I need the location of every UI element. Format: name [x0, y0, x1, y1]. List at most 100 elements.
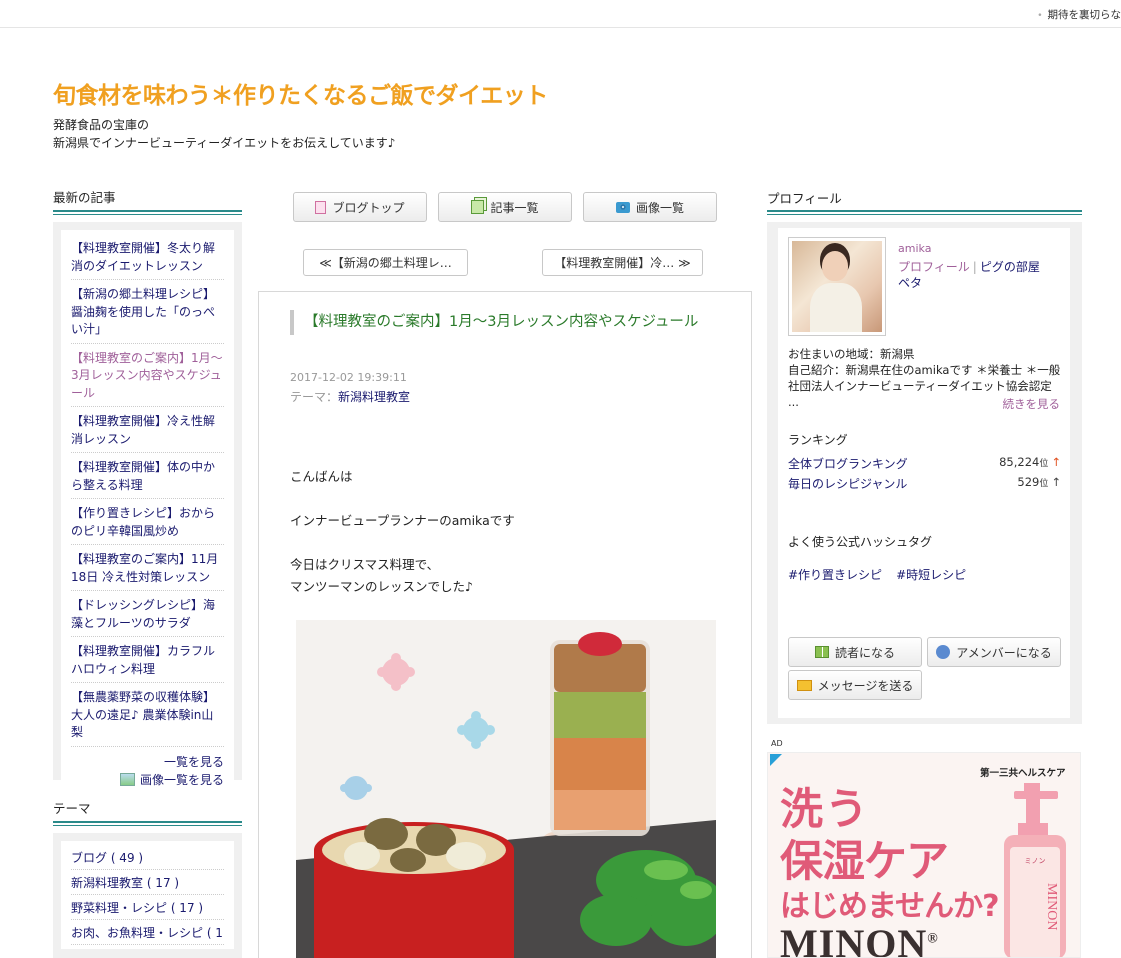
become-amember-button[interactable]: アメンバーになる: [927, 637, 1061, 667]
list-item[interactable]: 【無農薬野菜の収穫体験】大人の遠足♪ 農業体験in山梨: [71, 683, 224, 747]
recipe-ranking-link[interactable]: 毎日のレシピジャンル: [788, 477, 907, 491]
ranking-number: 529: [1017, 475, 1040, 489]
hashtag-link[interactable]: #作り置きレシピ: [788, 568, 882, 582]
recent-article-link-current[interactable]: 【料理教室のご案内】1月〜3月レッスン内容やスケジュール: [71, 351, 223, 400]
article-title[interactable]: 【料理教室のご案内】1月〜3月レッスン内容やスケジュール: [290, 310, 710, 335]
list-item[interactable]: 新潟料理教室 ( 17 ): [71, 870, 224, 895]
become-amember-label: アメンバーになる: [956, 645, 1052, 660]
avatar[interactable]: [788, 237, 886, 336]
divider: [767, 210, 1082, 215]
list-item[interactable]: 【ドレッシングレシピ】海藻とフルーツのサラダ: [71, 591, 224, 637]
profile-link[interactable]: プロフィール: [898, 260, 970, 274]
blog-desc-line: 新潟県でインナービューティーダイエットをお伝えしています♪: [53, 136, 396, 150]
theme-link[interactable]: ブログ ( 49 ): [71, 851, 143, 865]
ad-logo: MINON®: [780, 920, 939, 958]
article-list-label: 記事一覧: [490, 200, 539, 215]
ad-label: AD: [771, 739, 783, 748]
avatar-body: [810, 283, 862, 332]
divider: [53, 821, 242, 826]
avatar-head: [822, 251, 848, 281]
recent-articles-inner: 【料理教室開催】冬太り解消のダイエットレッスン 【新潟の郷土料理レシピ】醤油麹を…: [61, 230, 234, 797]
recent-article-link[interactable]: 【作り置きレシピ】おからのピリ辛韓国風炒め: [71, 506, 215, 538]
theme-link[interactable]: 野菜料理・レシピ ( 17 ): [71, 901, 203, 915]
image-list-label: 画像一覧: [635, 200, 684, 215]
article-list-button[interactable]: 記事一覧: [438, 192, 572, 222]
hashtag-heading: よく使う公式ハッシュタグ: [788, 535, 933, 549]
recent-article-link[interactable]: 【ドレッシングレシピ】海藻とフルーツのサラダ: [71, 598, 215, 630]
registered-mark: ®: [927, 931, 939, 947]
peta-link[interactable]: ペタ: [898, 276, 922, 290]
list-item[interactable]: 【料理教室のご案内】1月〜3月レッスン内容やスケジュール: [71, 344, 224, 407]
top-notice[interactable]: 期待を裏切らな: [1037, 7, 1121, 22]
book-icon: [814, 646, 829, 658]
send-message-label: メッセージを送る: [817, 678, 914, 693]
recent-article-link[interactable]: 【料理教室開催】カラフルハロウィン料理: [71, 644, 215, 676]
article-photo[interactable]: [296, 620, 716, 958]
profile-links: プロフィール | ピグの部屋 ペタ: [898, 259, 1058, 291]
recent-article-link[interactable]: 【料理教室のご案内】11月18日 冷え性対策レッスン: [71, 552, 218, 584]
recent-article-link[interactable]: 【料理教室開催】体の中から整える料理: [71, 460, 215, 492]
avatar-image: [792, 241, 882, 332]
ad-brand: 第一三共ヘルスケア: [980, 768, 1066, 779]
profile-intro-line: 自己紹介：新潟県在住のamikaです ＊栄養士 ＊一般: [788, 363, 1061, 377]
ad-headline: 保湿ケア: [780, 837, 949, 887]
arrow-up-icon: ↑: [1051, 455, 1061, 469]
article-theme: テーマ：新潟料理教室: [290, 388, 410, 405]
separator: |: [972, 260, 977, 274]
ranking-number: 85,224: [999, 455, 1040, 469]
theme-heading: テーマ: [53, 801, 91, 816]
hashtag-link[interactable]: #時短レシピ: [896, 568, 966, 582]
recent-heading: 最新の記事: [53, 190, 116, 205]
image-list-button[interactable]: 画像一覧: [583, 192, 717, 222]
divider: [53, 210, 242, 215]
camera-icon: [615, 201, 630, 213]
prev-article-button[interactable]: ≪【新潟の郷土料理レ…: [303, 249, 468, 276]
list-item[interactable]: 【料理教室開催】冷え性解消レッスン: [71, 407, 224, 453]
blog-top-label: ブログトップ: [332, 200, 405, 215]
chat-icon: [936, 645, 951, 659]
blog-description: 発酵食品の宝庫の 新潟県でインナービューティーダイエットをお伝えしています♪: [53, 116, 653, 152]
page-icon: [315, 200, 327, 214]
recent-article-link[interactable]: 【無農薬野菜の収穫体験】大人の遠足♪ 農業体験in山梨: [71, 690, 215, 739]
article: 【料理教室のご案内】1月〜3月レッスン内容やスケジュール 2017-12-02 …: [258, 291, 752, 958]
list-item[interactable]: 【作り置きレシピ】おからのピリ辛韓国風炒め: [71, 499, 224, 545]
ad-logo-text: MINON: [780, 921, 928, 958]
overall-ranking-link[interactable]: 全体ブログランキング: [788, 457, 908, 471]
pigg-room-link[interactable]: ピグの部屋: [980, 260, 1040, 274]
profile-box: amika プロフィール | ピグの部屋 ペタ お住まいの地域：新潟県 自己紹介：新…: [767, 222, 1082, 724]
ranking-row: 毎日のレシピジャンル 529位 ↑: [788, 475, 1061, 492]
ranking-value: 85,224位 ↑: [999, 455, 1061, 469]
list-item[interactable]: 【料理教室のご案内】11月18日 冷え性対策レッスン: [71, 545, 224, 591]
adchoices-icon[interactable]: [770, 754, 782, 766]
article-theme-label: テーマ：: [290, 390, 339, 404]
recent-article-link[interactable]: 【料理教室開催】冷え性解消レッスン: [71, 414, 215, 446]
recent-article-link[interactable]: 【新潟の郷土料理レシピ】醤油麹を使用した「のっぺい汁」: [71, 287, 215, 336]
list-all-link[interactable]: 一覧を見る: [164, 755, 224, 769]
list-item[interactable]: 【新潟の郷土料理レシピ】醤油麹を使用した「のっぺい汁」: [71, 280, 224, 344]
article-theme-link[interactable]: 新潟料理教室: [338, 390, 410, 404]
list-item[interactable]: 【料理教室開催】体の中から整える料理: [71, 453, 224, 499]
list-item[interactable]: 【料理教室開催】冬太り解消のダイエットレッスン: [71, 234, 224, 280]
become-reader-button[interactable]: 読者になる: [788, 637, 922, 667]
send-message-button[interactable]: メッセージを送る: [788, 670, 922, 700]
profile-more-link[interactable]: 続きを見る: [1003, 396, 1061, 412]
blog-title[interactable]: 旬食材を味わう＊作りたくなるご飯でダイエット: [53, 76, 548, 110]
advertisement[interactable]: 第一三共ヘルスケア 洗う 保湿ケア はじめませんか? MINON® ミノン MI…: [767, 752, 1081, 958]
blog-top-button[interactable]: ブログトップ: [293, 192, 427, 222]
become-reader-label: 読者になる: [834, 645, 895, 660]
list-item[interactable]: お肉、お魚料理・レシピ ( 1: [71, 920, 224, 945]
theme-link[interactable]: 新潟料理教室 ( 17 ): [71, 876, 179, 890]
list-item[interactable]: 野菜料理・レシピ ( 17 ): [71, 895, 224, 920]
article-paragraph: インナービュープランナーのamikaです: [290, 513, 515, 528]
image-gallery-icon: [119, 772, 135, 786]
list-item[interactable]: 【料理教室開催】カラフルハロウィン料理: [71, 637, 224, 683]
image-list-link[interactable]: 画像一覧を見る: [140, 773, 224, 787]
arrow-up-icon: ↑: [1051, 475, 1061, 489]
bottle-brand-label: MINON: [1044, 883, 1059, 930]
list-item[interactable]: ブログ ( 49 ): [71, 845, 224, 870]
recent-article-link[interactable]: 【料理教室開催】冬太り解消のダイエットレッスン: [71, 241, 215, 273]
theme-link[interactable]: お肉、お魚料理・レシピ ( 1: [71, 926, 223, 940]
profile-inner: amika プロフィール | ピグの部屋 ペタ お住まいの地域：新潟県 自己紹介：新…: [778, 228, 1070, 718]
profile-name[interactable]: amika: [898, 242, 931, 255]
next-article-button[interactable]: 【料理教室開催】冷… ≫: [542, 249, 703, 276]
